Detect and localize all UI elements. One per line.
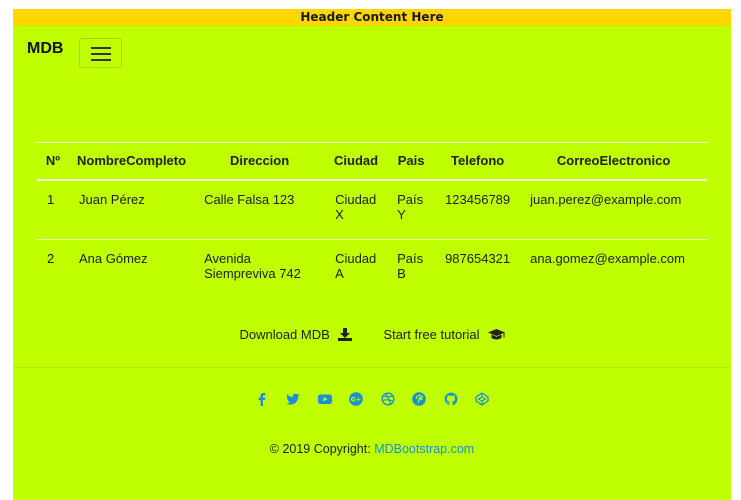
column-header-correo: CorreoElectronico: [520, 142, 707, 181]
hamburger-icon-line: [91, 47, 111, 49]
google-plus-icon[interactable]: G+: [349, 391, 364, 406]
download-icon: [337, 328, 352, 341]
header-banner: Header Content Here: [13, 9, 731, 26]
twitter-icon[interactable]: [286, 392, 300, 406]
table-header-row: Nº NombreCompleto Direccion Ciudad Pais …: [37, 142, 707, 181]
footer-call-to-action: Download MDB Start free tutorial: [13, 327, 731, 342]
cell-correo: juan.perez@example.com: [520, 180, 707, 240]
cell-pais: País Y: [387, 180, 436, 240]
footer-divider: [13, 367, 731, 368]
column-header-nombre: NombreCompleto: [69, 142, 195, 181]
column-header-ciudad: Ciudad: [325, 142, 388, 181]
hamburger-icon-line: [91, 59, 111, 61]
github-icon[interactable]: [444, 392, 458, 406]
data-table: Nº NombreCompleto Direccion Ciudad Pais …: [37, 142, 707, 298]
cell-telefono: 987654321: [445, 251, 511, 266]
dribbble-icon[interactable]: [381, 392, 395, 406]
navbar-brand[interactable]: MDB: [27, 40, 63, 58]
table-row: 2 Ana Gómez Avenida Siempreviva 742 Ciud…: [37, 240, 707, 299]
pinterest-icon[interactable]: [412, 391, 426, 406]
cell-ciudad: Ciudad X: [325, 180, 388, 240]
column-header-direccion: Direccion: [194, 142, 326, 181]
codepen-icon[interactable]: [475, 392, 489, 406]
table-row: 1 Juan Pérez Calle Falsa 123 Ciudad X Pa…: [37, 180, 707, 240]
start-tutorial-link[interactable]: Start free tutorial: [383, 327, 505, 342]
cell-direccion: Calle Falsa 123: [194, 180, 326, 240]
cell-num: 1: [37, 180, 69, 240]
social-icons: G+: [13, 390, 731, 408]
column-header-telefono: Telefono: [435, 142, 521, 181]
cell-direccion: Avenida Siempreviva 742: [204, 251, 301, 281]
copyright-footer: © 2019 Copyright: MDBootstrap.com: [13, 442, 731, 456]
start-tutorial-label: Start free tutorial: [383, 327, 480, 342]
page-container: Header Content Here MDB Nº NombreComplet…: [13, 9, 731, 500]
hamburger-icon-line: [91, 53, 111, 55]
cell-nombre: Ana Gómez: [79, 251, 148, 266]
download-mdb-link[interactable]: Download MDB: [239, 327, 355, 342]
cell-num: 2: [47, 251, 55, 266]
svg-text:G+: G+: [351, 395, 362, 403]
facebook-icon[interactable]: [255, 392, 269, 406]
download-mdb-label: Download MDB: [239, 327, 330, 342]
cell-ciudad: Ciudad A: [335, 251, 377, 281]
copyright-text: © 2019 Copyright:: [269, 442, 375, 456]
navbar-toggler-button[interactable]: [79, 38, 122, 68]
data-table-wrapper: Nº NombreCompleto Direccion Ciudad Pais …: [37, 142, 707, 298]
cell-pais: País B: [397, 251, 424, 281]
cell-correo: ana.gomez@example.com: [530, 251, 685, 266]
cell-telefono: 123456789: [435, 180, 521, 240]
youtube-icon[interactable]: [317, 392, 332, 406]
column-header-num: Nº: [37, 142, 69, 181]
graduation-cap-icon: [487, 329, 505, 340]
cell-nombre: Juan Pérez: [69, 180, 195, 240]
column-header-pais: Pais: [387, 142, 436, 181]
mdbootstrap-link[interactable]: MDBootstrap.com: [374, 442, 474, 456]
